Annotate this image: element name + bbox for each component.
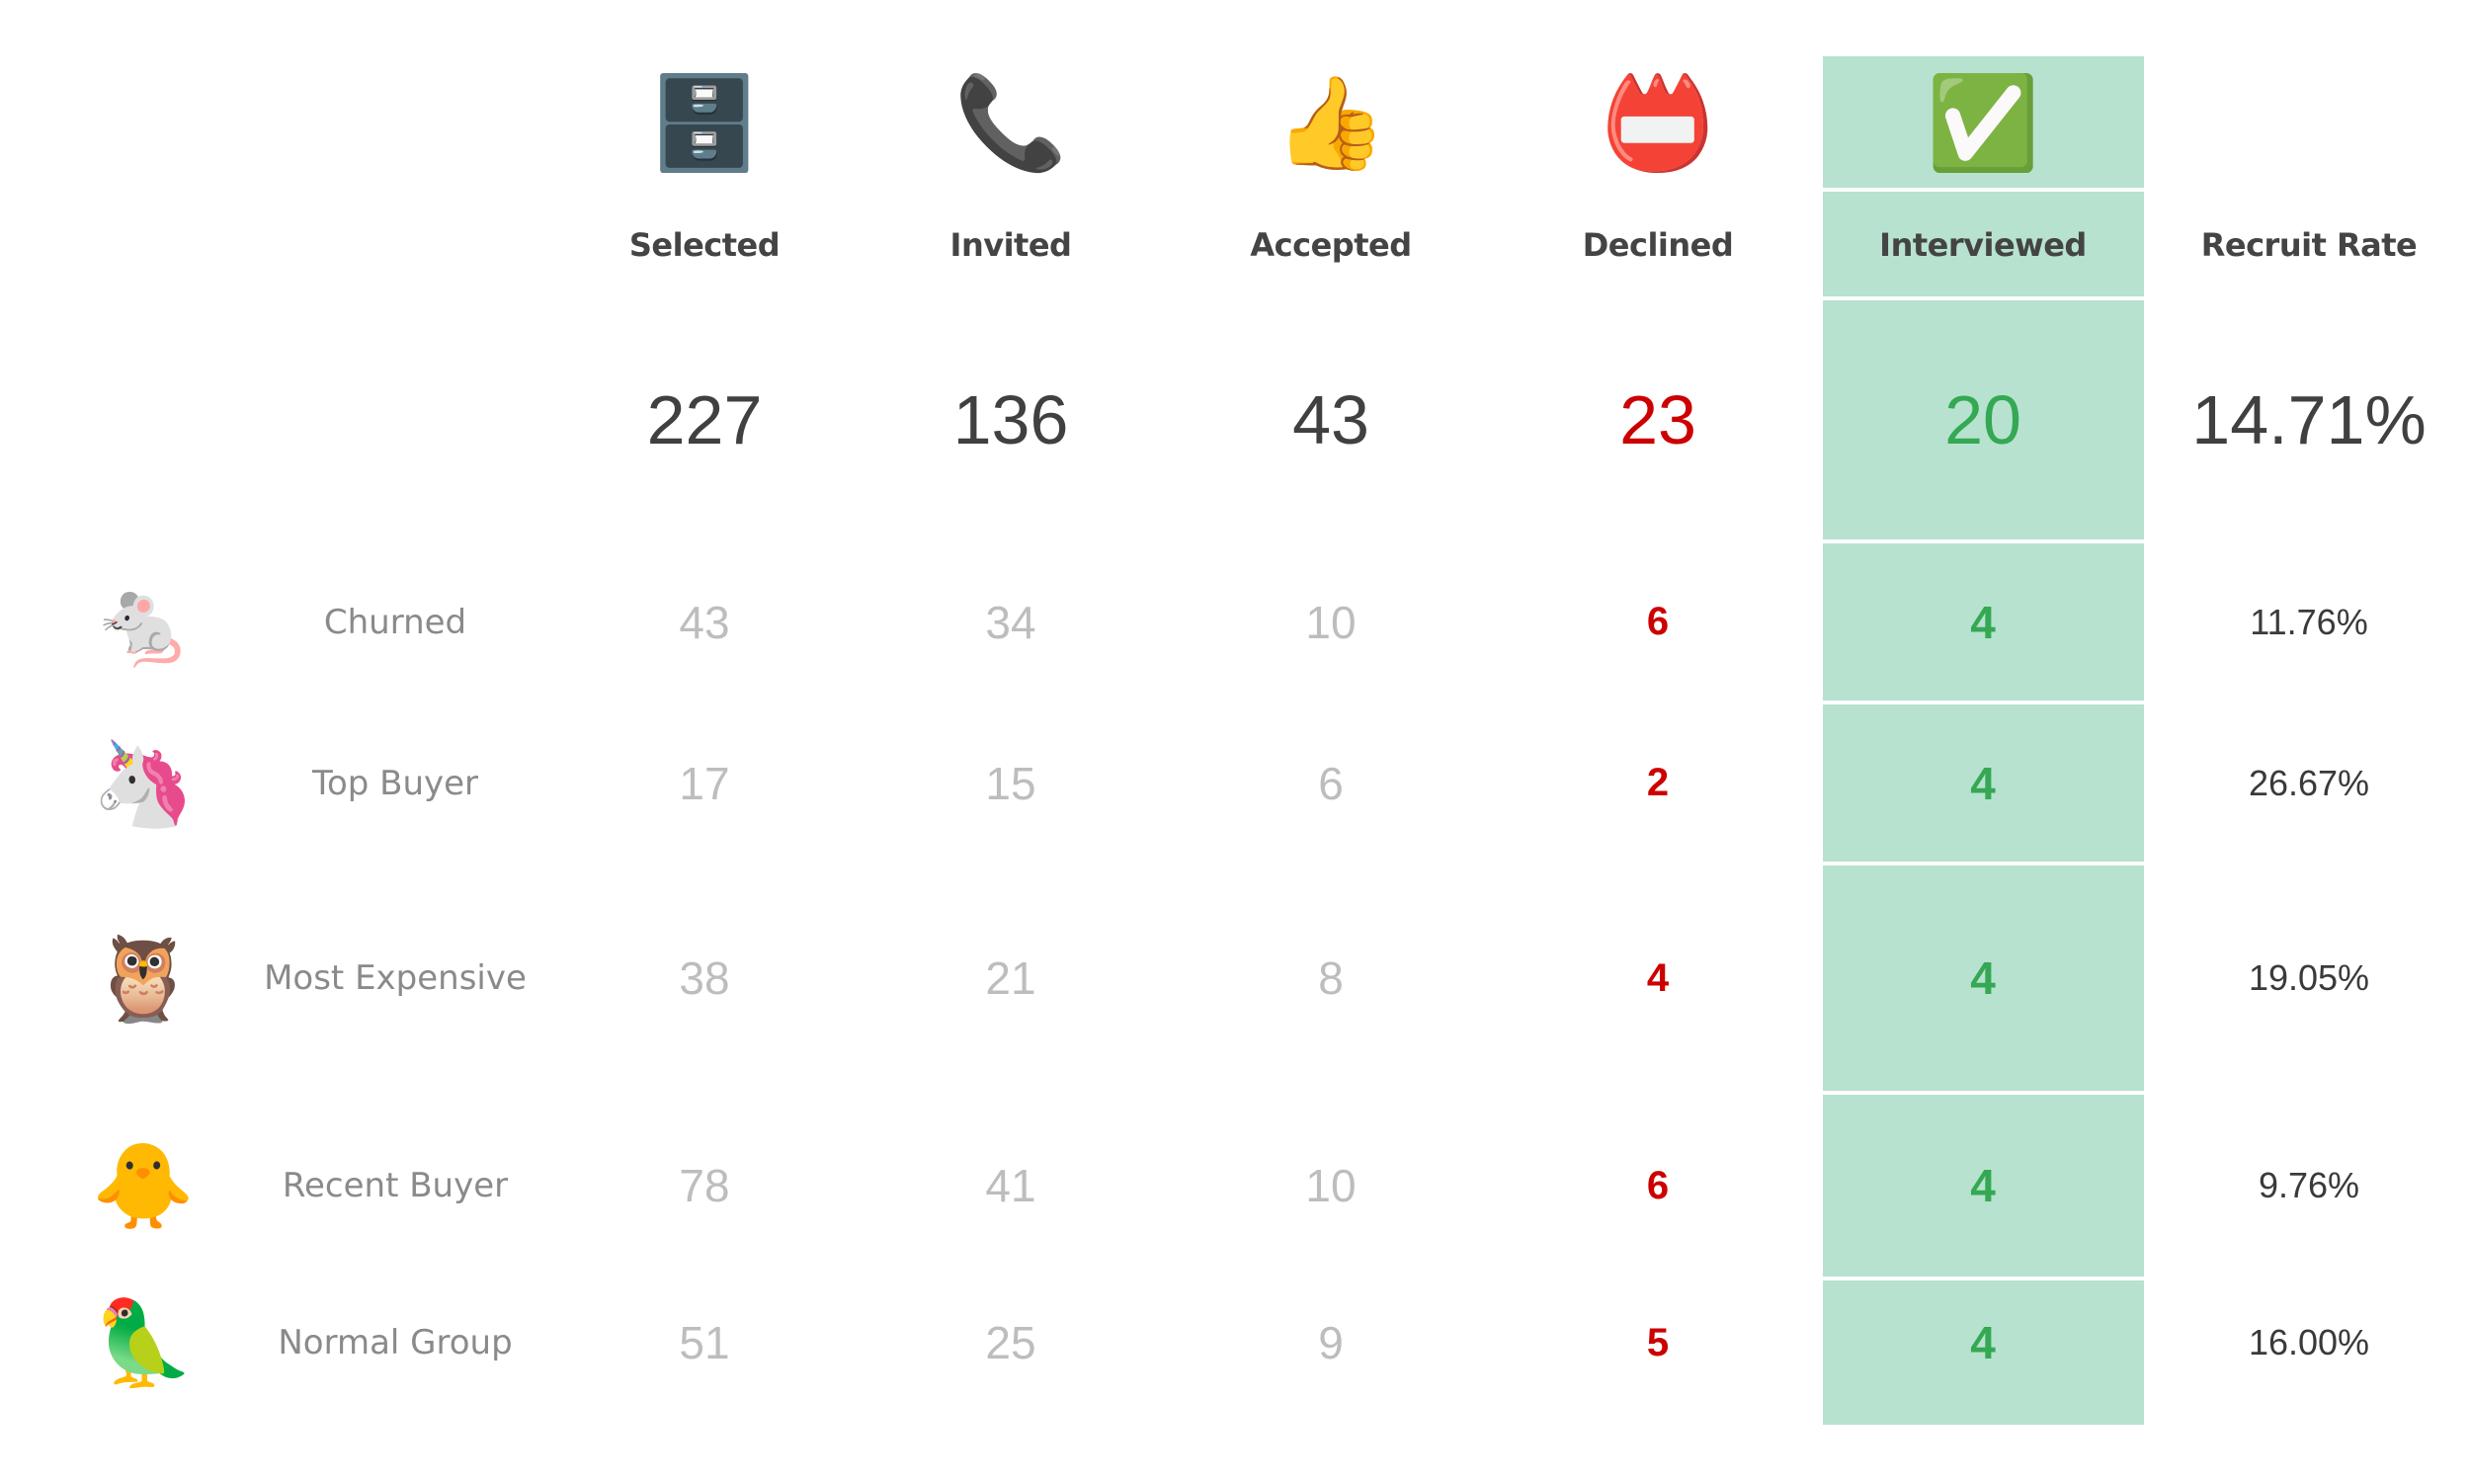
column-header-recruit_rate[interactable]: Recruit Rate <box>2161 198 2457 291</box>
cell-interviewed: 4 <box>1970 757 1996 809</box>
cell-invited: 41 <box>985 1160 1036 1211</box>
cell-interviewed: 4 <box>1970 1160 1996 1211</box>
column-header-declined[interactable]: Declined <box>1510 198 1806 291</box>
unicorn-icon: 🦄 <box>91 736 196 830</box>
cell-recruit_rate: 11.76% <box>2250 601 2368 642</box>
name-badge-icon: 📛 <box>1601 72 1715 174</box>
owl-icon: 🦉 <box>91 932 196 1025</box>
cell-declined: 6 <box>1646 1163 1670 1207</box>
column-header-invited[interactable]: Invited <box>863 198 1159 291</box>
cell-invited: 34 <box>985 596 1036 648</box>
total-selected: 227 <box>646 381 763 458</box>
total-recruit_rate: 14.71% <box>2191 381 2427 458</box>
cell-accepted: 10 <box>1305 1160 1357 1211</box>
mouse-icon: 🐁 <box>91 575 196 669</box>
segment-label: Churned <box>323 602 467 642</box>
cell-accepted: 9 <box>1318 1317 1344 1368</box>
segment-label: Most Expensive <box>264 958 527 998</box>
cell-declined: 6 <box>1646 600 1670 643</box>
cell-invited: 25 <box>985 1317 1036 1368</box>
file-cabinet-icon: 🗄️ <box>647 72 762 174</box>
column-header-accepted[interactable]: Accepted <box>1183 198 1479 291</box>
thumbs-up-icon: 👍 <box>1274 72 1388 174</box>
total-accepted: 43 <box>1292 381 1369 458</box>
cell-accepted: 6 <box>1318 757 1344 809</box>
baby-chick-icon: 🐥 <box>91 1139 196 1232</box>
cell-declined: 5 <box>1646 1320 1670 1364</box>
total-interviewed: 20 <box>1944 381 2021 458</box>
column-header-selected[interactable]: Selected <box>556 198 853 291</box>
cell-recruit_rate: 16.00% <box>2248 1322 2370 1362</box>
cell-selected: 78 <box>679 1160 730 1211</box>
check-mark-button-icon: ✅ <box>1926 72 2040 174</box>
cell-recruit_rate: 9.76% <box>2258 1165 2360 1205</box>
cell-selected: 43 <box>679 596 730 648</box>
cell-interviewed: 4 <box>1970 1317 1996 1368</box>
segment-label: Normal Group <box>278 1323 513 1362</box>
cell-declined: 2 <box>1646 761 1670 804</box>
telephone-receiver-icon: 📞 <box>953 72 1068 174</box>
cell-interviewed: 4 <box>1970 596 1996 648</box>
total-declined: 23 <box>1619 381 1696 458</box>
parrot-icon: 🦜 <box>91 1296 196 1389</box>
cell-declined: 4 <box>1646 955 1670 1000</box>
cell-selected: 38 <box>679 952 730 1004</box>
cell-selected: 17 <box>679 757 730 809</box>
cell-interviewed: 4 <box>1970 952 1996 1004</box>
cell-invited: 21 <box>985 952 1036 1004</box>
cell-invited: 15 <box>985 757 1036 809</box>
cell-accepted: 8 <box>1318 952 1344 1004</box>
segment-label: Top Buyer <box>311 763 479 803</box>
total-invited: 136 <box>952 381 1069 458</box>
cell-recruit_rate: 26.67% <box>2248 762 2370 803</box>
cell-recruit_rate: 19.05% <box>2248 957 2370 998</box>
cell-accepted: 10 <box>1305 596 1357 648</box>
cell-selected: 51 <box>679 1317 730 1368</box>
segment-label: Recent Buyer <box>282 1166 509 1205</box>
column-header-interviewed[interactable]: Interviewed <box>1835 198 2131 291</box>
